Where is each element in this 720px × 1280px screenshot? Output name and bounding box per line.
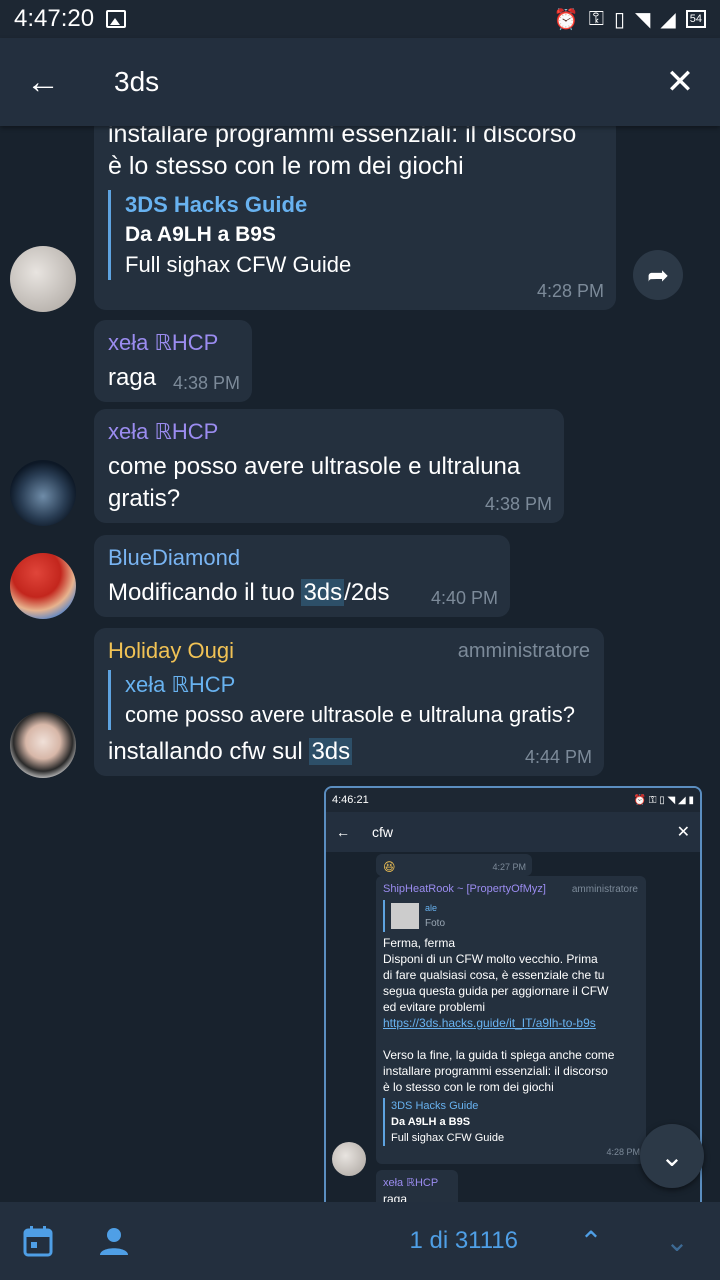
photo-link: https://3ds.hacks.guide/it_IT/a9lh-to-b9… bbox=[383, 1016, 596, 1030]
sender-name[interactable]: xeła ℝHCP bbox=[108, 419, 550, 445]
admin-badge: amministratore bbox=[457, 640, 590, 662]
avatar[interactable] bbox=[10, 460, 76, 526]
search-query[interactable]: 3ds bbox=[114, 66, 159, 98]
message-time: 4:44 PM bbox=[524, 747, 592, 767]
vibrate-icon: ▯ bbox=[613, 8, 625, 31]
search-app-bar: ← 3ds ✕ bbox=[0, 38, 720, 126]
chat-area[interactable]: installare programmi essenziali: il disc… bbox=[0, 126, 720, 1202]
photo-prev-time: 4:27 PM bbox=[492, 862, 526, 872]
message-bubble[interactable]: BlueDiamond Modificando il tuo 3ds/2ds 4… bbox=[94, 535, 510, 617]
photo-preview-time: 4:28 PM bbox=[606, 1147, 640, 1157]
avatar[interactable] bbox=[10, 712, 76, 778]
battery-icon: 54 bbox=[685, 10, 706, 28]
reply-sender: xeła ℝHCP bbox=[125, 672, 236, 697]
photo-reply-text: Foto bbox=[425, 918, 446, 929]
photo-line: è lo stesso con le rom dei giochi bbox=[383, 1080, 554, 1094]
link-preview-title: Da A9LH a B9S bbox=[125, 223, 276, 246]
message-text: come posso avere ultrasole e ultraluna g… bbox=[108, 453, 521, 512]
photo-prev-bubble: 😆 4:27 PM bbox=[376, 854, 532, 876]
photo-next-bubble: xeła ℝHCP raga bbox=[376, 1170, 458, 1202]
photo-emoji-icon: 😆 bbox=[383, 860, 396, 874]
photo-next-text: raga bbox=[383, 1192, 408, 1202]
sender-name[interactable]: BlueDiamond bbox=[108, 545, 496, 571]
message-text-part: Modificando il tuo bbox=[108, 579, 302, 606]
photo-back-arrow-icon: ← bbox=[336, 824, 350, 840]
photo-line: di fare qualsiasi cosa, è essenziale che… bbox=[383, 968, 605, 982]
search-result-counter: 1 di 31116 bbox=[409, 1227, 518, 1254]
avatar[interactable] bbox=[10, 553, 76, 619]
signal-icon: ◢ bbox=[660, 8, 676, 31]
photo-search-query: cfw bbox=[372, 824, 393, 840]
photo-line: ed evitare problemi bbox=[383, 1000, 486, 1014]
photo-line: Disponi di un CFW molto vecchio. Prima bbox=[383, 952, 598, 966]
message-bubble[interactable]: installare programmi essenziali: il disc… bbox=[94, 126, 616, 310]
message-time: 4:40 PM bbox=[430, 588, 498, 608]
chevron-up-icon[interactable]: ⌃ bbox=[548, 1225, 634, 1258]
key-icon: ⚿ bbox=[588, 7, 604, 30]
search-highlight: 3ds bbox=[309, 738, 353, 765]
person-icon-svg bbox=[100, 1228, 128, 1255]
share-icon[interactable]: ➦ bbox=[633, 250, 683, 300]
photo-status-icons: ⏰ ⚿ ▯ ◥ ◢ ▮ bbox=[633, 794, 694, 806]
photo-close-icon: ✕ bbox=[676, 824, 690, 841]
calendar-icon[interactable] bbox=[0, 1225, 76, 1257]
photo-main-bubble: ShipHeatRook ~ [PropertyOfMyz] amministr… bbox=[376, 876, 646, 1164]
photo-avatar bbox=[332, 1142, 366, 1176]
message-bubble[interactable]: xeła ℝHCP raga 4:38 PM bbox=[94, 320, 252, 402]
message-text-part: installando cfw sul bbox=[108, 738, 310, 765]
chevron-down-icon: ⌄ bbox=[660, 1140, 684, 1172]
photo-thumbnail bbox=[391, 903, 419, 929]
message-text: installando cfw sul 3ds bbox=[108, 736, 590, 768]
message-time: 4:38 PM bbox=[484, 494, 552, 514]
search-highlight: 3ds bbox=[301, 579, 345, 606]
message-time: 4:28 PM bbox=[536, 281, 604, 301]
photo-line: segua questa guida per aggiornare il CFW bbox=[383, 984, 609, 998]
scroll-down-button[interactable]: ⌄ bbox=[640, 1124, 704, 1188]
message-text-line: installare programmi essenziali: il disc… bbox=[108, 126, 577, 148]
photo-line: Verso la fine, la guida ti spiega anche … bbox=[383, 1048, 615, 1062]
sender-name[interactable]: xeła ℝHCP bbox=[108, 330, 238, 356]
link-preview-site: 3DS Hacks Guide bbox=[125, 192, 308, 217]
photo-preview-desc: Full sighax CFW Guide bbox=[391, 1132, 505, 1144]
alarm-icon: ⏰ bbox=[553, 8, 579, 31]
photo-preview-site: 3DS Hacks Guide bbox=[391, 1100, 479, 1112]
person-icon[interactable] bbox=[76, 1226, 152, 1256]
chevron-down-icon[interactable]: ⌄ bbox=[634, 1225, 720, 1258]
photo-admin-badge: amministratore bbox=[571, 884, 638, 895]
photo-reply-sender: ale bbox=[425, 903, 438, 913]
photo-preview-title: Da A9LH a B9S bbox=[391, 1116, 471, 1128]
message-bubble[interactable]: Holiday Ougi amministratore xeła ℝHCP co… bbox=[94, 628, 604, 776]
search-bottom-bar: 1 di 31116 ⌃ ⌄ bbox=[0, 1202, 720, 1280]
status-time: 4:47:20 bbox=[14, 5, 95, 32]
photo-search-bar: ← cfw ✕ bbox=[326, 812, 700, 852]
photo-status-time: 4:46:21 bbox=[332, 794, 369, 806]
photo-status-bar: 4:46:21 ⏰ ⚿ ▯ ◥ ◢ ▮ bbox=[326, 788, 700, 812]
calendar-icon-svg bbox=[23, 1226, 53, 1257]
photo-line: Ferma, ferma bbox=[383, 936, 456, 950]
wifi-icon: ◥ bbox=[634, 8, 651, 31]
photo-link-preview: 3DS Hacks Guide Da A9LH a B9S Full sigha… bbox=[383, 1098, 639, 1146]
message-text-part: /2ds bbox=[344, 579, 390, 606]
status-icons: ⏰ ⚿ ▯ ◥ ◢ 54 bbox=[554, 7, 706, 32]
image-icon bbox=[106, 10, 127, 28]
photo-next-sender: xeła ℝHCP bbox=[383, 1177, 439, 1189]
reply-text: come posso avere ultrasole e ultraluna g… bbox=[125, 702, 576, 727]
back-arrow-icon[interactable]: ← bbox=[0, 38, 86, 126]
photo-line: installare programmi essenziali: il disc… bbox=[383, 1064, 608, 1078]
message-bubble[interactable]: xeła ℝHCP come posso avere ultrasole e u… bbox=[94, 409, 564, 523]
reply-quote[interactable]: xeła ℝHCP come posso avere ultrasole e u… bbox=[108, 670, 590, 730]
close-icon[interactable]: ✕ bbox=[640, 38, 720, 126]
photo-reply-quote: ale Foto bbox=[383, 900, 639, 932]
message-time: 4:38 PM bbox=[172, 373, 240, 393]
message-text-line: è lo stesso con le rom dei giochi bbox=[108, 152, 464, 180]
link-preview-desc: Full sighax CFW Guide bbox=[125, 252, 352, 277]
status-bar: 4:47:20 ⏰ ⚿ ▯ ◥ ◢ 54 bbox=[0, 0, 720, 38]
link-preview[interactable]: 3DS Hacks Guide Da A9LH a B9S Full sigha… bbox=[108, 190, 602, 280]
avatar[interactable] bbox=[10, 246, 76, 312]
